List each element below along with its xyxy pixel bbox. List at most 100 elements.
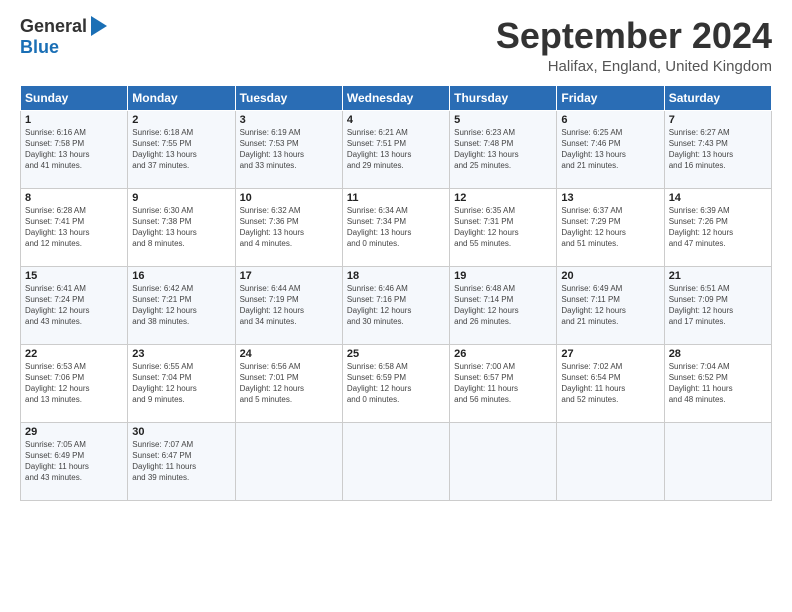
calendar-cell: 7Sunrise: 6:27 AM Sunset: 7:43 PM Daylig… <box>664 110 771 188</box>
day-detail: Sunrise: 7:05 AM Sunset: 6:49 PM Dayligh… <box>25 439 123 484</box>
day-number: 24 <box>240 348 338 360</box>
day-number: 26 <box>454 348 552 360</box>
day-number: 25 <box>347 348 445 360</box>
day-number: 29 <box>25 426 123 438</box>
day-number: 23 <box>132 348 230 360</box>
day-number: 2 <box>132 114 230 126</box>
calendar-cell: 6Sunrise: 6:25 AM Sunset: 7:46 PM Daylig… <box>557 110 664 188</box>
calendar-cell: 23Sunrise: 6:55 AM Sunset: 7:04 PM Dayli… <box>128 344 235 422</box>
day-detail: Sunrise: 6:19 AM Sunset: 7:53 PM Dayligh… <box>240 127 338 172</box>
column-header-saturday: Saturday <box>664 85 771 110</box>
day-detail: Sunrise: 6:30 AM Sunset: 7:38 PM Dayligh… <box>132 205 230 250</box>
day-detail: Sunrise: 6:34 AM Sunset: 7:34 PM Dayligh… <box>347 205 445 250</box>
day-number: 17 <box>240 270 338 282</box>
calendar-cell: 25Sunrise: 6:58 AM Sunset: 6:59 PM Dayli… <box>342 344 449 422</box>
logo: General Blue <box>20 16 107 58</box>
calendar-cell: 16Sunrise: 6:42 AM Sunset: 7:21 PM Dayli… <box>128 266 235 344</box>
day-number: 19 <box>454 270 552 282</box>
day-number: 21 <box>669 270 767 282</box>
day-detail: Sunrise: 6:25 AM Sunset: 7:46 PM Dayligh… <box>561 127 659 172</box>
logo-general-text: General <box>20 16 87 37</box>
calendar-cell: 13Sunrise: 6:37 AM Sunset: 7:29 PM Dayli… <box>557 188 664 266</box>
day-detail: Sunrise: 6:37 AM Sunset: 7:29 PM Dayligh… <box>561 205 659 250</box>
calendar-cell <box>664 422 771 500</box>
calendar-cell: 29Sunrise: 7:05 AM Sunset: 6:49 PM Dayli… <box>21 422 128 500</box>
calendar-cell: 8Sunrise: 6:28 AM Sunset: 7:41 PM Daylig… <box>21 188 128 266</box>
calendar-header-row: SundayMondayTuesdayWednesdayThursdayFrid… <box>21 85 772 110</box>
day-number: 13 <box>561 192 659 204</box>
calendar-cell: 12Sunrise: 6:35 AM Sunset: 7:31 PM Dayli… <box>450 188 557 266</box>
day-detail: Sunrise: 6:49 AM Sunset: 7:11 PM Dayligh… <box>561 283 659 328</box>
day-number: 20 <box>561 270 659 282</box>
day-detail: Sunrise: 6:51 AM Sunset: 7:09 PM Dayligh… <box>669 283 767 328</box>
day-detail: Sunrise: 6:16 AM Sunset: 7:58 PM Dayligh… <box>25 127 123 172</box>
calendar-cell: 1Sunrise: 6:16 AM Sunset: 7:58 PM Daylig… <box>21 110 128 188</box>
logo-arrow-icon <box>91 16 107 36</box>
calendar-cell: 18Sunrise: 6:46 AM Sunset: 7:16 PM Dayli… <box>342 266 449 344</box>
calendar-cell: 27Sunrise: 7:02 AM Sunset: 6:54 PM Dayli… <box>557 344 664 422</box>
calendar-cell <box>342 422 449 500</box>
day-number: 7 <box>669 114 767 126</box>
calendar-cell: 2Sunrise: 6:18 AM Sunset: 7:55 PM Daylig… <box>128 110 235 188</box>
day-detail: Sunrise: 7:00 AM Sunset: 6:57 PM Dayligh… <box>454 361 552 406</box>
column-header-wednesday: Wednesday <box>342 85 449 110</box>
day-number: 4 <box>347 114 445 126</box>
day-number: 27 <box>561 348 659 360</box>
calendar-cell: 28Sunrise: 7:04 AM Sunset: 6:52 PM Dayli… <box>664 344 771 422</box>
day-number: 16 <box>132 270 230 282</box>
day-number: 3 <box>240 114 338 126</box>
day-number: 8 <box>25 192 123 204</box>
day-detail: Sunrise: 6:55 AM Sunset: 7:04 PM Dayligh… <box>132 361 230 406</box>
day-detail: Sunrise: 6:21 AM Sunset: 7:51 PM Dayligh… <box>347 127 445 172</box>
calendar-cell: 4Sunrise: 6:21 AM Sunset: 7:51 PM Daylig… <box>342 110 449 188</box>
calendar-cell: 3Sunrise: 6:19 AM Sunset: 7:53 PM Daylig… <box>235 110 342 188</box>
header: General Blue September 2024 Halifax, Eng… <box>20 16 772 75</box>
day-detail: Sunrise: 6:58 AM Sunset: 6:59 PM Dayligh… <box>347 361 445 406</box>
calendar-cell: 21Sunrise: 6:51 AM Sunset: 7:09 PM Dayli… <box>664 266 771 344</box>
calendar-cell: 9Sunrise: 6:30 AM Sunset: 7:38 PM Daylig… <box>128 188 235 266</box>
column-header-thursday: Thursday <box>450 85 557 110</box>
day-number: 18 <box>347 270 445 282</box>
day-detail: Sunrise: 6:28 AM Sunset: 7:41 PM Dayligh… <box>25 205 123 250</box>
calendar-week-row: 8Sunrise: 6:28 AM Sunset: 7:41 PM Daylig… <box>21 188 772 266</box>
calendar-cell: 15Sunrise: 6:41 AM Sunset: 7:24 PM Dayli… <box>21 266 128 344</box>
calendar-cell <box>235 422 342 500</box>
column-header-friday: Friday <box>557 85 664 110</box>
calendar-week-row: 29Sunrise: 7:05 AM Sunset: 6:49 PM Dayli… <box>21 422 772 500</box>
day-number: 30 <box>132 426 230 438</box>
calendar-cell <box>557 422 664 500</box>
day-detail: Sunrise: 6:23 AM Sunset: 7:48 PM Dayligh… <box>454 127 552 172</box>
day-number: 5 <box>454 114 552 126</box>
day-detail: Sunrise: 6:48 AM Sunset: 7:14 PM Dayligh… <box>454 283 552 328</box>
day-number: 22 <box>25 348 123 360</box>
calendar-cell: 24Sunrise: 6:56 AM Sunset: 7:01 PM Dayli… <box>235 344 342 422</box>
day-detail: Sunrise: 6:35 AM Sunset: 7:31 PM Dayligh… <box>454 205 552 250</box>
column-header-monday: Monday <box>128 85 235 110</box>
day-detail: Sunrise: 7:02 AM Sunset: 6:54 PM Dayligh… <box>561 361 659 406</box>
calendar-cell: 22Sunrise: 6:53 AM Sunset: 7:06 PM Dayli… <box>21 344 128 422</box>
calendar-cell: 26Sunrise: 7:00 AM Sunset: 6:57 PM Dayli… <box>450 344 557 422</box>
calendar-cell: 17Sunrise: 6:44 AM Sunset: 7:19 PM Dayli… <box>235 266 342 344</box>
day-number: 10 <box>240 192 338 204</box>
calendar-cell: 5Sunrise: 6:23 AM Sunset: 7:48 PM Daylig… <box>450 110 557 188</box>
day-detail: Sunrise: 7:04 AM Sunset: 6:52 PM Dayligh… <box>669 361 767 406</box>
location-text: Halifax, England, United Kingdom <box>496 58 772 75</box>
day-detail: Sunrise: 6:44 AM Sunset: 7:19 PM Dayligh… <box>240 283 338 328</box>
day-number: 9 <box>132 192 230 204</box>
day-detail: Sunrise: 6:46 AM Sunset: 7:16 PM Dayligh… <box>347 283 445 328</box>
day-detail: Sunrise: 6:32 AM Sunset: 7:36 PM Dayligh… <box>240 205 338 250</box>
day-number: 12 <box>454 192 552 204</box>
calendar-week-row: 22Sunrise: 6:53 AM Sunset: 7:06 PM Dayli… <box>21 344 772 422</box>
logo-blue-text: Blue <box>20 37 59 58</box>
day-number: 28 <box>669 348 767 360</box>
day-number: 15 <box>25 270 123 282</box>
day-detail: Sunrise: 6:39 AM Sunset: 7:26 PM Dayligh… <box>669 205 767 250</box>
calendar-cell <box>450 422 557 500</box>
calendar-table: SundayMondayTuesdayWednesdayThursdayFrid… <box>20 85 772 501</box>
day-detail: Sunrise: 7:07 AM Sunset: 6:47 PM Dayligh… <box>132 439 230 484</box>
day-detail: Sunrise: 6:18 AM Sunset: 7:55 PM Dayligh… <box>132 127 230 172</box>
day-number: 14 <box>669 192 767 204</box>
day-detail: Sunrise: 6:41 AM Sunset: 7:24 PM Dayligh… <box>25 283 123 328</box>
day-number: 1 <box>25 114 123 126</box>
calendar-cell: 10Sunrise: 6:32 AM Sunset: 7:36 PM Dayli… <box>235 188 342 266</box>
